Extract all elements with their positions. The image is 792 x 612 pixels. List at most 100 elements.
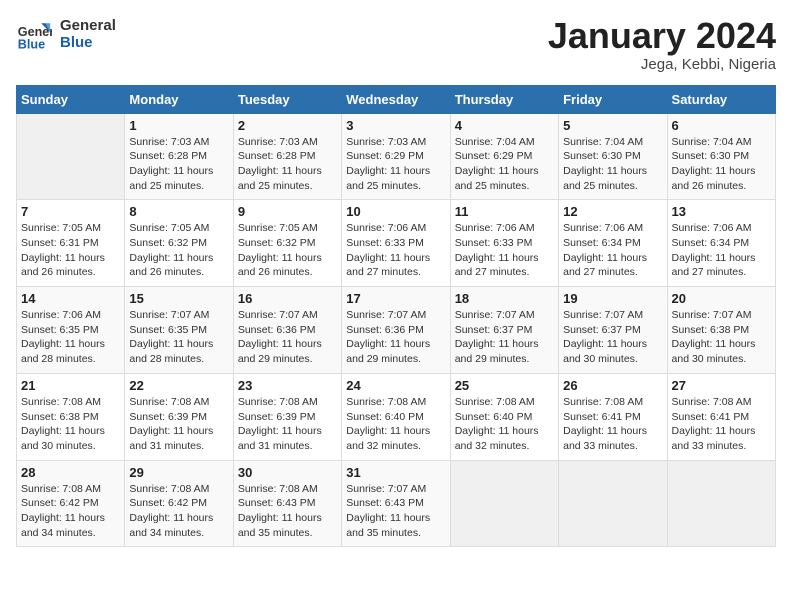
calendar-cell: 21 Sunrise: 7:08 AM Sunset: 6:38 PM Dayli… — [17, 373, 125, 460]
day-info: Sunrise: 7:04 AM Sunset: 6:30 PM Dayligh… — [563, 135, 662, 194]
calendar-cell: 17 Sunrise: 7:07 AM Sunset: 6:36 PM Dayli… — [342, 287, 450, 374]
day-number: 4 — [455, 118, 554, 133]
day-info: Sunrise: 7:08 AM Sunset: 6:41 PM Dayligh… — [672, 395, 771, 454]
calendar-cell: 16 Sunrise: 7:07 AM Sunset: 6:36 PM Dayli… — [233, 287, 341, 374]
calendar-cell — [450, 460, 558, 547]
weekday-header: Thursday — [450, 85, 558, 113]
calendar-cell: 30Sunrise: 7:08 AM Sunset: 6:43 PM Dayli… — [233, 460, 341, 547]
calendar-cell: 29 Sunrise: 7:08 AM Sunset: 6:42 PM Dayli… — [125, 460, 233, 547]
calendar-cell: 15 Sunrise: 7:07 AM Sunset: 6:35 PM Dayli… — [125, 287, 233, 374]
day-number: 17 — [346, 291, 445, 306]
day-info: Sunrise: 7:07 AM Sunset: 6:36 PM Dayligh… — [238, 308, 337, 367]
day-number: 13 — [672, 204, 771, 219]
day-number: 30 — [238, 465, 337, 480]
day-number: 21 — [21, 378, 120, 393]
calendar-cell: 8 Sunrise: 7:05 AM Sunset: 6:32 PM Daylig… — [125, 200, 233, 287]
day-info: Sunrise: 7:08 AM Sunset: 6:39 PM Dayligh… — [129, 395, 228, 454]
calendar-cell: 10 Sunrise: 7:06 AM Sunset: 6:33 PM Dayli… — [342, 200, 450, 287]
day-number: 11 — [455, 204, 554, 219]
logo-blue: Blue — [60, 34, 116, 51]
day-info: Sunrise: 7:04 AM Sunset: 6:29 PM Dayligh… — [455, 135, 554, 194]
day-info: Sunrise: 7:07 AM Sunset: 6:37 PM Dayligh… — [455, 308, 554, 367]
weekday-header-row: SundayMondayTuesdayWednesdayThursdayFrid… — [17, 85, 776, 113]
day-number: 6 — [672, 118, 771, 133]
weekday-header: Wednesday — [342, 85, 450, 113]
day-info: Sunrise: 7:08 AM Sunset: 6:41 PM Dayligh… — [563, 395, 662, 454]
day-number: 10 — [346, 204, 445, 219]
calendar-cell: 24Sunrise: 7:08 AM Sunset: 6:40 PM Dayli… — [342, 373, 450, 460]
day-number: 28 — [21, 465, 120, 480]
calendar-cell: 13 Sunrise: 7:06 AM Sunset: 6:34 PM Dayli… — [667, 200, 775, 287]
logo-general: General — [60, 17, 116, 34]
logo-icon: General Blue — [16, 16, 52, 52]
calendar-week-row: 1 Sunrise: 7:03 AM Sunset: 6:28 PM Daylig… — [17, 113, 776, 200]
day-info: Sunrise: 7:03 AM Sunset: 6:28 PM Dayligh… — [238, 135, 337, 194]
day-info: Sunrise: 7:07 AM Sunset: 6:35 PM Dayligh… — [129, 308, 228, 367]
day-number: 1 — [129, 118, 228, 133]
calendar-table: SundayMondayTuesdayWednesdayThursdayFrid… — [16, 85, 776, 548]
logo: General Blue General Blue — [16, 16, 116, 52]
calendar-cell: 3 Sunrise: 7:03 AM Sunset: 6:29 PM Daylig… — [342, 113, 450, 200]
calendar-cell: 7 Sunrise: 7:05 AM Sunset: 6:31 PM Daylig… — [17, 200, 125, 287]
calendar-week-row: 14 Sunrise: 7:06 AM Sunset: 6:35 PM Dayli… — [17, 287, 776, 374]
calendar-cell — [17, 113, 125, 200]
day-number: 18 — [455, 291, 554, 306]
day-info: Sunrise: 7:08 AM Sunset: 6:40 PM Dayligh… — [455, 395, 554, 454]
calendar-cell: 14 Sunrise: 7:06 AM Sunset: 6:35 PM Dayli… — [17, 287, 125, 374]
day-info: Sunrise: 7:08 AM Sunset: 6:38 PM Dayligh… — [21, 395, 120, 454]
svg-text:Blue: Blue — [18, 37, 45, 51]
day-info: Sunrise: 7:03 AM Sunset: 6:28 PM Dayligh… — [129, 135, 228, 194]
calendar-week-row: 7 Sunrise: 7:05 AM Sunset: 6:31 PM Daylig… — [17, 200, 776, 287]
day-info: Sunrise: 7:07 AM Sunset: 6:38 PM Dayligh… — [672, 308, 771, 367]
weekday-header: Tuesday — [233, 85, 341, 113]
weekday-header: Friday — [559, 85, 667, 113]
day-number: 7 — [21, 204, 120, 219]
calendar-cell — [559, 460, 667, 547]
day-info: Sunrise: 7:07 AM Sunset: 6:37 PM Dayligh… — [563, 308, 662, 367]
day-number: 15 — [129, 291, 228, 306]
day-number: 20 — [672, 291, 771, 306]
day-info: Sunrise: 7:08 AM Sunset: 6:39 PM Dayligh… — [238, 395, 337, 454]
day-info: Sunrise: 7:06 AM Sunset: 6:35 PM Dayligh… — [21, 308, 120, 367]
calendar-cell: 19 Sunrise: 7:07 AM Sunset: 6:37 PM Dayli… — [559, 287, 667, 374]
day-info: Sunrise: 7:05 AM Sunset: 6:32 PM Dayligh… — [238, 221, 337, 280]
day-number: 5 — [563, 118, 662, 133]
calendar-cell: 4 Sunrise: 7:04 AM Sunset: 6:29 PM Daylig… — [450, 113, 558, 200]
day-number: 14 — [21, 291, 120, 306]
day-number: 24 — [346, 378, 445, 393]
weekday-header: Monday — [125, 85, 233, 113]
day-number: 12 — [563, 204, 662, 219]
day-info: Sunrise: 7:05 AM Sunset: 6:31 PM Dayligh… — [21, 221, 120, 280]
day-number: 26 — [563, 378, 662, 393]
weekday-header: Saturday — [667, 85, 775, 113]
title-block: January 2024 Jega, Kebbi, Nigeria — [548, 16, 776, 73]
calendar-cell: 26 Sunrise: 7:08 AM Sunset: 6:41 PM Dayli… — [559, 373, 667, 460]
day-number: 27 — [672, 378, 771, 393]
day-number: 19 — [563, 291, 662, 306]
weekday-header: Sunday — [17, 85, 125, 113]
day-info: Sunrise: 7:03 AM Sunset: 6:29 PM Dayligh… — [346, 135, 445, 194]
day-number: 25 — [455, 378, 554, 393]
day-info: Sunrise: 7:06 AM Sunset: 6:34 PM Dayligh… — [672, 221, 771, 280]
day-number: 29 — [129, 465, 228, 480]
day-info: Sunrise: 7:06 AM Sunset: 6:33 PM Dayligh… — [455, 221, 554, 280]
calendar-cell: 6 Sunrise: 7:04 AM Sunset: 6:30 PM Daylig… — [667, 113, 775, 200]
calendar-cell: 22Sunrise: 7:08 AM Sunset: 6:39 PM Dayli… — [125, 373, 233, 460]
day-number: 2 — [238, 118, 337, 133]
day-info: Sunrise: 7:07 AM Sunset: 6:43 PM Dayligh… — [346, 482, 445, 541]
page-header: General Blue General Blue January 2024 J… — [16, 16, 776, 73]
day-info: Sunrise: 7:04 AM Sunset: 6:30 PM Dayligh… — [672, 135, 771, 194]
day-info: Sunrise: 7:07 AM Sunset: 6:36 PM Dayligh… — [346, 308, 445, 367]
day-number: 8 — [129, 204, 228, 219]
day-info: Sunrise: 7:05 AM Sunset: 6:32 PM Dayligh… — [129, 221, 228, 280]
calendar-week-row: 28 Sunrise: 7:08 AM Sunset: 6:42 PM Dayli… — [17, 460, 776, 547]
calendar-cell: 5 Sunrise: 7:04 AM Sunset: 6:30 PM Daylig… — [559, 113, 667, 200]
day-info: Sunrise: 7:06 AM Sunset: 6:33 PM Dayligh… — [346, 221, 445, 280]
day-info: Sunrise: 7:08 AM Sunset: 6:42 PM Dayligh… — [129, 482, 228, 541]
day-number: 3 — [346, 118, 445, 133]
calendar-subtitle: Jega, Kebbi, Nigeria — [548, 56, 776, 73]
calendar-title: January 2024 — [548, 16, 776, 56]
day-number: 16 — [238, 291, 337, 306]
calendar-cell: 27 Sunrise: 7:08 AM Sunset: 6:41 PM Dayli… — [667, 373, 775, 460]
calendar-cell: 12Sunrise: 7:06 AM Sunset: 6:34 PM Dayli… — [559, 200, 667, 287]
